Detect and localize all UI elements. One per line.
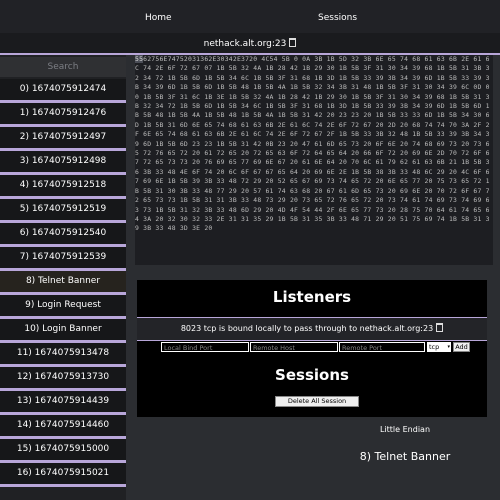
sessions-title: Sessions <box>275 366 349 384</box>
sidebar-item[interactable]: 0) 1674075912474 <box>0 79 126 103</box>
delete-history-button[interactable]: Delete All Session History <box>275 396 359 414</box>
protocol-value: tcp <box>429 343 440 351</box>
host-label: nethack.alt.org:23 <box>203 39 287 49</box>
sidebar: Search 0) 1674075912474 1) 1674075912476… <box>0 55 126 500</box>
hex-dump[interactable]: 5562756E74752031362E30342E3720 4C54 5B 0… <box>135 55 493 265</box>
host-title: nethack.alt.org:23 <box>0 33 500 53</box>
sidebar-item[interactable]: 16) 1674075915021 <box>0 463 126 487</box>
sidebar-item[interactable]: 7) 1674075912539 <box>0 247 126 271</box>
hex-selected-byte: 55 <box>135 55 144 63</box>
add-button[interactable]: Add <box>453 342 470 352</box>
search-input[interactable]: Search <box>0 57 126 77</box>
chevron-down-icon: ▾ <box>447 344 450 350</box>
host-bar: nethack.alt.org:23 <box>0 33 500 55</box>
forward-rule-text: 8023 tcp is bound locally to pass throug… <box>180 324 434 333</box>
sidebar-item[interactable]: 9) Login Request <box>0 295 126 319</box>
listeners-panel: Listeners 8023 tcp is bound locally to p… <box>137 280 487 417</box>
local-port-input[interactable]: Local Bind Port <box>161 342 249 352</box>
sidebar-item[interactable]: 6) 1674075912540 <box>0 223 126 247</box>
sidebar-item[interactable]: 5) 1674075912519 <box>0 199 126 223</box>
sidebar-item[interactable]: 3) 1674075912498 <box>0 151 126 175</box>
sidebar-item[interactable]: 4) 1674075912518 <box>0 175 126 199</box>
detail-title: 8) Telnet Banner <box>359 450 451 463</box>
forward-rule: 8023 tcp is bound locally to pass throug… <box>137 317 487 341</box>
sidebar-item[interactable]: 15) 1674075915000 <box>0 439 126 463</box>
sidebar-item-selected[interactable]: 8) Telnet Banner <box>0 271 126 295</box>
hex-bytes: 62756E74752031362E30342E3720 4C54 5B 0 0… <box>135 55 490 233</box>
protocol-select[interactable]: tcp ▾ <box>427 342 451 352</box>
remote-port-input[interactable]: Remote Port <box>339 342 425 352</box>
trash-icon[interactable] <box>289 38 297 47</box>
sidebar-item[interactable]: 11) 1674075913478 <box>0 343 126 367</box>
delete-rule-icon[interactable] <box>436 323 444 332</box>
endian-label: Little Endian <box>379 425 431 434</box>
nav-sessions-link[interactable]: Sessions <box>318 0 357 33</box>
nav-home-link[interactable]: Home <box>145 0 172 33</box>
sidebar-item[interactable]: 12) 1674075913730 <box>0 367 126 391</box>
sidebar-item[interactable]: 1) 1674075912476 <box>0 103 126 127</box>
sidebar-item[interactable]: 14) 1674075914460 <box>0 415 126 439</box>
top-nav: Home Sessions <box>0 0 500 33</box>
listeners-title: Listeners <box>272 288 352 306</box>
sidebar-item[interactable]: 2) 1674075912497 <box>0 127 126 151</box>
sidebar-item[interactable]: 13) 1674075914439 <box>0 391 126 415</box>
remote-host-input[interactable]: Remote Host <box>250 342 338 352</box>
sidebar-item[interactable]: 10) Login Banner <box>0 319 126 343</box>
